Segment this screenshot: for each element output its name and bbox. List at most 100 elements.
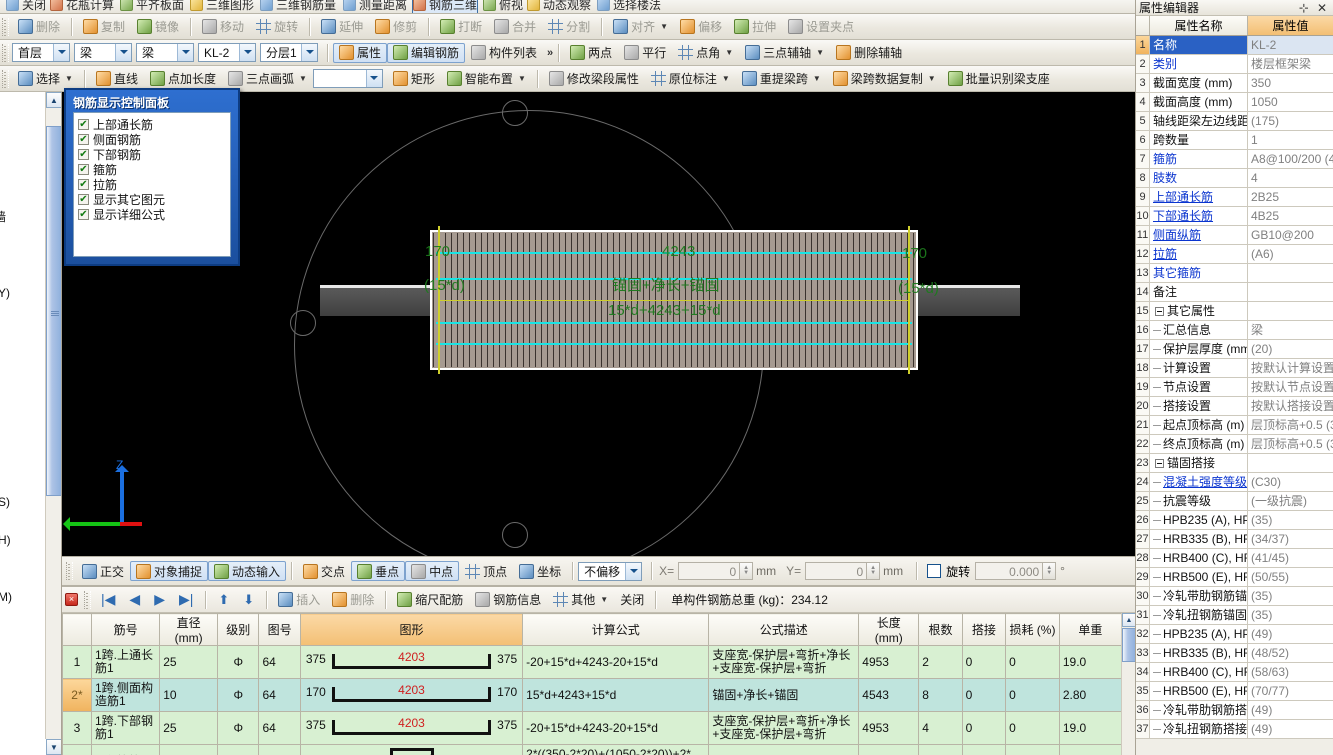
tool-component-list-button[interactable]: 构件列表 xyxy=(465,43,543,63)
column-header-2[interactable]: 直径 (mm) xyxy=(159,613,219,646)
draw-edit-beam-seg-button[interactable]: 修改梁段属性 xyxy=(543,69,645,89)
description-cell[interactable]: 支座宽-保护层+弯折+净长+支座宽-保护层+弯折 xyxy=(708,645,860,679)
loss-cell[interactable]: 0 xyxy=(1005,711,1060,745)
property-row[interactable]: 11 侧面纵筋 GB10@200 xyxy=(1136,226,1333,245)
rebar-display-option[interactable]: ✔ 箍筋 xyxy=(78,162,226,177)
rebar-name-cell[interactable]: 1跨.上通长筋1 xyxy=(90,645,161,679)
description-cell[interactable] xyxy=(708,744,860,755)
property-value-cell[interactable] xyxy=(1248,302,1333,320)
top-item-rebar3d[interactable]: 三维钢筋量 xyxy=(260,0,336,13)
loss-cell[interactable]: 0 xyxy=(1005,645,1060,679)
property-value-cell[interactable]: KL-2 xyxy=(1248,36,1333,54)
property-row[interactable]: 25 抗震等级 (一级抗震) xyxy=(1136,492,1333,511)
property-name-cell[interactable]: 上部通长筋 xyxy=(1150,188,1248,206)
draw-point-length-button[interactable]: 点加长度 xyxy=(144,69,222,89)
column-header-3[interactable]: 级别 xyxy=(217,613,260,646)
expander-icon[interactable] xyxy=(1155,307,1164,317)
edit-trim-button[interactable]: 修剪 xyxy=(369,17,423,37)
last-record-button[interactable]: ▶| xyxy=(172,591,200,608)
property-name-cell[interactable]: 备注 xyxy=(1150,283,1248,301)
property-row[interactable]: 35 HRB500 (E), HRBF(70/77) xyxy=(1136,682,1333,701)
edit-move-button[interactable]: 移动 xyxy=(196,17,250,37)
figure-cell[interactable]: 1010310 xyxy=(299,744,524,755)
loss-cell[interactable]: 0 xyxy=(1005,744,1060,755)
chevron-down-icon[interactable] xyxy=(115,44,131,61)
chevron-down-icon[interactable]: ▼ xyxy=(725,48,733,57)
property-name-cell[interactable]: HRB335 (B), HRBF xyxy=(1150,644,1248,662)
chevron-down-icon[interactable] xyxy=(301,44,317,61)
edit-rotate-button[interactable]: 旋转 xyxy=(250,17,304,37)
row-index-cell[interactable]: 3 xyxy=(62,711,92,745)
x-coordinate-stepper[interactable]: ▲ ▼ xyxy=(740,562,754,580)
edit-break-button[interactable]: 打断 xyxy=(434,17,488,37)
property-name-cell[interactable]: 其它箍筋 xyxy=(1150,264,1248,282)
rotate-stepper[interactable]: ▲ ▼ xyxy=(1043,562,1057,580)
property-name-cell[interactable]: HRB400 (C), HRBF xyxy=(1150,663,1248,681)
description-cell[interactable]: 支座宽-保护层+弯折+净长+支座宽-保护层+弯折 xyxy=(708,711,860,745)
property-row[interactable]: 5 轴线距梁左边线距 (175) xyxy=(1136,112,1333,131)
property-row[interactable]: 31 冷轧扭钢筋锚固 (35) xyxy=(1136,606,1333,625)
property-value-cell[interactable]: GB10@200 xyxy=(1248,226,1333,244)
close-rebar-panel-button[interactable]: × xyxy=(65,593,78,606)
toolbar-grip[interactable] xyxy=(2,69,9,88)
property-row[interactable]: 30 冷轧带肋钢筋锚 (35) xyxy=(1136,587,1333,606)
property-value-cell[interactable]: (48/52) xyxy=(1248,644,1333,662)
property-value-cell[interactable]: 层顶标高+0.5 (3.45 xyxy=(1248,416,1333,434)
figure-no-cell[interactable]: 64 xyxy=(258,711,301,745)
property-value-cell[interactable]: 4B25 xyxy=(1248,207,1333,225)
floor-combo[interactable]: 首层 xyxy=(12,43,70,62)
chevron-down-icon[interactable]: ▼ xyxy=(813,74,821,83)
property-name-cell[interactable]: 抗震等级 xyxy=(1150,492,1248,510)
orbit-handle-left[interactable] xyxy=(290,310,316,336)
edit-offset-button[interactable]: 偏移 xyxy=(674,17,728,37)
property-value-cell[interactable]: (70/77) xyxy=(1248,682,1333,700)
property-name-cell[interactable]: 截面高度 (mm) xyxy=(1150,93,1248,111)
property-name-cell[interactable]: 冷轧扭钢筋锚固 xyxy=(1150,606,1248,624)
property-row[interactable]: 13 其它箍筋 xyxy=(1136,264,1333,283)
property-value-cell[interactable]: 1 xyxy=(1248,131,1333,149)
property-value-cell[interactable]: (35) xyxy=(1248,587,1333,605)
property-row[interactable]: 33 HRB335 (B), HRBF(48/52) xyxy=(1136,644,1333,663)
property-name-cell[interactable]: 冷轧带肋钢筋搭 xyxy=(1150,701,1248,719)
scroll-up-icon[interactable]: ▲ xyxy=(46,92,61,108)
formula-cell[interactable]: 2*((350-2*20)+(1050-2*20))+2*(11.9*d) xyxy=(522,744,710,755)
checkbox-icon[interactable]: ✔ xyxy=(78,164,89,175)
y-coordinate-input[interactable]: 0 xyxy=(805,562,868,580)
scroll-down-icon[interactable]: ▼ xyxy=(46,739,61,755)
formula-cell[interactable]: -20+15*d+4243-20+15*d xyxy=(522,645,710,679)
chevron-down-icon[interactable]: ▼ xyxy=(928,74,936,83)
chevron-down-icon[interactable]: ▼ xyxy=(518,74,526,83)
property-row[interactable]: 27 HRB335 (B), HRBF(34/37) xyxy=(1136,530,1333,549)
property-value-cell[interactable]: 350 xyxy=(1248,74,1333,92)
close-icon[interactable]: ✕ xyxy=(1317,1,1327,15)
chevron-down-icon[interactable]: ▼ xyxy=(65,74,73,83)
component-tree-sidebar[interactable]: (Q)(B)(Q)压墙(Q)筋(Y)(A)(B)(B)筋(S)(F)带(H)(F… xyxy=(0,92,62,755)
rebar-display-option[interactable]: ✔ 显示详细公式 xyxy=(78,207,226,222)
checkbox-icon[interactable]: ✔ xyxy=(78,209,89,220)
top-item-align[interactable]: 平齐板面 xyxy=(120,0,184,13)
property-value-cell[interactable]: (49) xyxy=(1248,625,1333,643)
rebar-display-option[interactable]: ✔ 拉筋 xyxy=(78,177,226,192)
property-value-cell[interactable]: (58/63) xyxy=(1248,663,1333,681)
property-name-cell[interactable]: 拉筋 xyxy=(1150,245,1248,263)
next-record-button[interactable]: ▶ xyxy=(147,591,172,608)
lap-cell[interactable]: 0 xyxy=(961,645,1007,679)
property-value-cell[interactable] xyxy=(1248,454,1333,472)
figure-no-cell[interactable]: 64 xyxy=(258,645,301,679)
property-row[interactable]: 6 跨数量 1 xyxy=(1136,131,1333,150)
description-cell[interactable]: 锚固+净长+锚固 xyxy=(708,678,860,712)
table-row[interactable]: 1 1跨.上通长筋1 25 Φ 64 375 4203 375 -20+15*d+4243-20… xyxy=(62,645,1123,679)
column-header-6[interactable]: 计算公式 xyxy=(522,613,710,646)
weight-cell[interactable]: 19.0 xyxy=(1058,645,1123,679)
column-header-7[interactable]: 公式描述 xyxy=(708,613,860,646)
property-row[interactable]: 7 箍筋 A8@100/200 (4) xyxy=(1136,150,1333,169)
property-name-cell[interactable]: 名称 xyxy=(1150,36,1248,54)
checkbox-icon[interactable]: ✔ xyxy=(78,194,89,205)
row-index-cell[interactable]: 2* xyxy=(62,678,92,712)
column-header-11[interactable]: 损耗 (%) xyxy=(1005,613,1060,646)
first-record-button[interactable]: |◀ xyxy=(94,591,122,608)
expander-icon[interactable] xyxy=(1155,459,1164,469)
snap-perpendicular-button[interactable]: 垂点 xyxy=(351,561,406,581)
edit-delete-button[interactable]: 删除 xyxy=(12,17,66,37)
prev-record-button[interactable]: ◀ xyxy=(122,591,147,608)
